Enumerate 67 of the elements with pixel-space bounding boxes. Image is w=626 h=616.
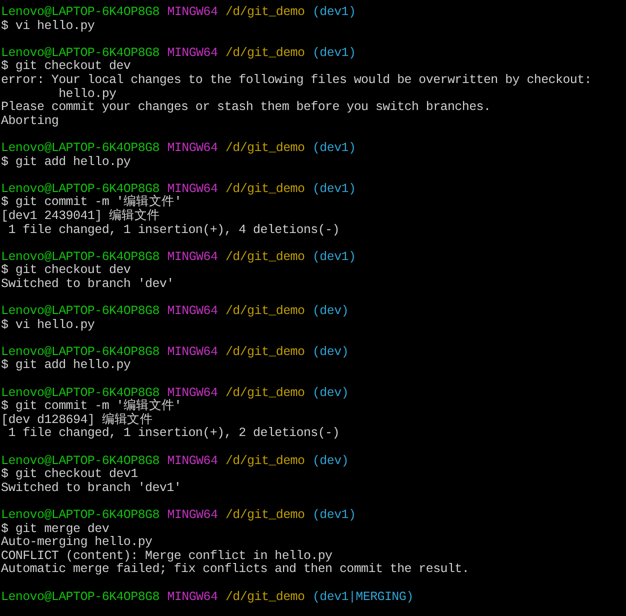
command-text: $ git checkout dev [1, 60, 131, 74]
shell-name: MINGW64 [167, 46, 218, 60]
user-host-text: Lenovo@LAPTOP-6K4OP8G8 [1, 590, 160, 604]
user-host-text: Lenovo@LAPTOP-6K4OP8G8 [1, 386, 160, 400]
output-text: error: Your local changes to the following files would be overwritten by checkout: [1, 74, 592, 88]
command-text: $ git checkout dev1 [1, 468, 138, 482]
output-text: 1 file changed, 1 insertion(+), 2 deletions(-) [7, 427, 340, 441]
command-text: $ git commit -m '编辑文件' [1, 196, 182, 210]
user-host-text: Lenovo@LAPTOP-6K4OP8G8 [1, 6, 160, 20]
output-text: Switched to branch 'dev' [1, 278, 174, 292]
directory-path: /d/git_demo [225, 508, 305, 523]
user-host-text: Lenovo@LAPTOP-6K4OP8G8 [1, 454, 160, 468]
output-text: 1 file changed, 1 insertion(+), 4 deletions(-) [7, 224, 340, 238]
shell-name: MINGW64 [167, 250, 218, 264]
shell-name: MINGW64 [167, 305, 218, 319]
output-text: Switched to branch 'dev1' [1, 482, 182, 496]
command-text: $ git checkout dev [1, 264, 131, 278]
user-host-text: Lenovo@LAPTOP-6K4OP8G8 [1, 508, 160, 523]
shell-name: MINGW64 [167, 346, 218, 360]
user-host-text: Lenovo@LAPTOP-6K4OP8G8 [1, 250, 160, 264]
directory-path: /d/git_demo [225, 386, 305, 400]
shell-name: MINGW64 [167, 142, 218, 156]
branch-name: (dev1) [312, 46, 356, 60]
output-text: [dev d128694] 编辑文件 [1, 414, 153, 427]
command-text: $ git add hello.py [1, 156, 131, 170]
branch-name: (dev1) [312, 6, 356, 20]
branch-name: (dev1|MERGING) [312, 590, 414, 604]
directory-path: /d/git_demo [225, 182, 305, 196]
user-host-text: Lenovo@LAPTOP-6K4OP8G8 [1, 142, 160, 156]
branch-name: (dev) [312, 305, 348, 319]
user-host-text: Lenovo@LAPTOP-6K4OP8G8 [1, 346, 160, 359]
output-text: Aborting [1, 114, 59, 128]
branch-name: (dev1) [312, 182, 356, 196]
directory-path: /d/git_demo [225, 305, 305, 319]
user-host-text: Lenovo@LAPTOP-6K4OP8G8 [1, 182, 160, 196]
shell-name: MINGW64 [167, 182, 218, 196]
output-text: hello.py [58, 88, 116, 101]
shell-name: MINGW64 [167, 590, 218, 604]
command-text: $ vi hello.py [1, 20, 95, 34]
shell-name: MINGW64 [167, 6, 218, 20]
directory-path: /d/git_demo [225, 250, 305, 264]
directory-path: /d/git_demo [225, 346, 305, 360]
directory-path: /d/git_demo [225, 46, 305, 60]
command-text: $ vi hello.py [1, 318, 95, 332]
user-host-text: Lenovo@LAPTOP-6K4OP8G8 [1, 46, 160, 60]
output-text: [dev1 2439041] 编辑文件 [1, 210, 160, 224]
directory-path: /d/git_demo [225, 6, 305, 20]
command-text: $ git add hello.py [1, 359, 131, 374]
branch-name: (dev) [312, 346, 348, 360]
user-host-text: Lenovo@LAPTOP-6K4OP8G8 [1, 305, 160, 319]
branch-name: (dev) [312, 454, 348, 468]
branch-name: (dev1) [312, 250, 356, 264]
command-text: $ git merge dev [1, 522, 110, 536]
shell-name: MINGW64 [167, 508, 218, 523]
branch-name: (dev1) [312, 142, 356, 156]
output-text: Please commit your changes or stash them before you switch branches. [1, 101, 491, 115]
output-text: Automatic merge failed; fix conflicts and then commit the result. [1, 563, 470, 577]
branch-name: (dev1) [312, 508, 356, 523]
branch-name: (dev) [312, 386, 348, 400]
directory-path: /d/git_demo [225, 590, 305, 604]
shell-name: MINGW64 [167, 454, 218, 468]
directory-path: /d/git_demo [225, 454, 305, 468]
output-text: Auto-merging hello.py [1, 536, 152, 550]
output-text: CONFLICT (content): Merge conflict in hello.py [1, 550, 332, 563]
shell-name: MINGW64 [167, 386, 218, 400]
command-text: $ git commit -m '编辑文件' [1, 400, 182, 414]
directory-path: /d/git_demo [225, 142, 305, 156]
